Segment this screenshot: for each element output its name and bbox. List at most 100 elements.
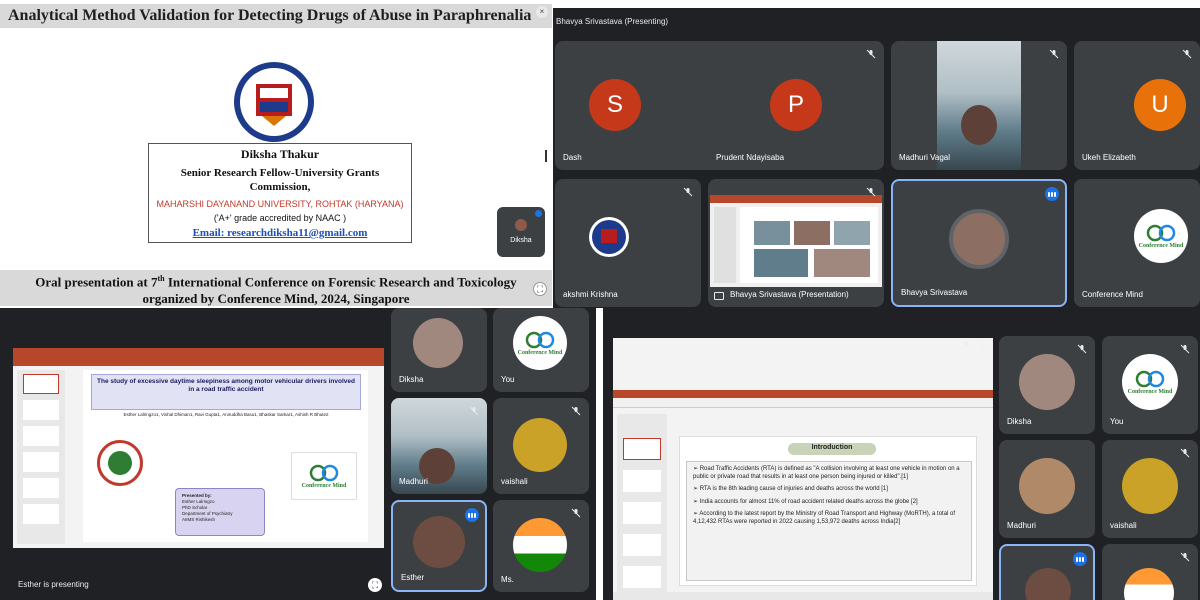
pip-name: Diksha [510, 237, 532, 244]
participant-tile-lakshmi[interactable]: akshmi Krishna [555, 179, 701, 307]
participant-tile-bhavya[interactable]: Bhavya Srivastava [891, 179, 1067, 307]
thumbnail-slide [740, 207, 878, 283]
participant-tile-vaishali[interactable]: vaishali [493, 398, 589, 494]
footer-line-1-post: International Conference on Forensic Res… [164, 274, 517, 290]
more-options-icon[interactable]: ⋮ [979, 340, 989, 350]
thumb-5[interactable] [623, 566, 661, 588]
university-seal-logo [232, 60, 316, 144]
presented-by-box: Presented by: Esther Lalringzo PhD Schol… [175, 488, 265, 536]
participant-name: Bhavya Srivastava (Presentation) [730, 290, 849, 299]
india-flag-avatar [1124, 568, 1174, 600]
mic-off-icon [467, 404, 481, 418]
participant-tile-madhuri-vagal[interactable]: Madhuri Vagal [891, 41, 1067, 170]
footer-line-2: organized by Conference Mind, 2024, Sing… [142, 291, 410, 306]
slide-title: Analytical Method Validation for Detecti… [8, 7, 532, 24]
participant-tile-ms[interactable] [1102, 544, 1198, 600]
slide-scrollbar[interactable] [545, 150, 547, 162]
participant-tile-ms[interactable]: Ms. [493, 500, 589, 592]
fullscreen-icon[interactable]: ⛶ [368, 578, 382, 592]
footer-line-1-pre: Oral presentation at 7 [35, 274, 158, 290]
thumb-2[interactable] [623, 470, 661, 492]
conference-mind-logo: Conference Mind [513, 316, 567, 370]
participant-face [1019, 354, 1075, 410]
mic-off-icon [1180, 47, 1194, 61]
participant-name: Madhuri Vagal [899, 153, 950, 162]
thumb-4[interactable] [23, 452, 59, 472]
speaking-indicator-icon [1045, 187, 1059, 201]
speaking-indicator-icon [1073, 552, 1087, 566]
presenter-role-2: Commission, [249, 181, 311, 193]
thumb-img-4 [754, 249, 808, 277]
presenter-accreditation: ('A+' grade accredited by NAAC ) [213, 213, 347, 223]
thumb-4[interactable] [623, 534, 661, 556]
participant-tile-madhuri[interactable]: Madhuri [999, 440, 1095, 538]
bullet-3-text: According to the latest report by the Mi… [693, 511, 956, 525]
presentation-area: The study of excessive daytime sleepines… [13, 348, 384, 548]
participant-name: Madhuri [1007, 521, 1036, 530]
participant-face [961, 105, 997, 145]
title-bar-close-icon[interactable]: × [536, 6, 548, 18]
ppt-title-bar [613, 390, 993, 398]
presented-by-4: AIIMS Rishikesh [182, 517, 216, 522]
participant-tile-madhuri[interactable]: Madhuri [391, 398, 487, 494]
thumb-5[interactable] [23, 478, 59, 498]
thumb-6[interactable] [23, 504, 59, 524]
ppt-slide: Introduction ➢ Road Traffic Accidents (R… [679, 436, 977, 586]
participant-tile-you[interactable]: Conference Mind You [1102, 336, 1198, 434]
participant-name: akshmi Krishna [563, 290, 618, 299]
bullet-1: ➢ RTA is the 8th leading cause of injuri… [693, 486, 888, 492]
conference-mind-logo-text: Conference Mind [1138, 242, 1184, 249]
meet-left-panel: The study of excessive daytime sleepines… [0, 308, 596, 600]
bullet-2: ➢ India accounts for almost 11% of road … [693, 498, 918, 505]
participant-name: vaishali [1110, 521, 1137, 530]
intro-text-box: ➢ Road Traffic Accidents (RTA) is define… [686, 461, 972, 581]
participant-tile-vaishali[interactable]: vaishali [1102, 440, 1198, 538]
thumb-1[interactable] [623, 438, 661, 460]
participant-name: Ukeh Elizabeth [1082, 153, 1136, 162]
pip-avatar [515, 219, 527, 231]
participant-tile-prudent[interactable]: P Prudent Ndayisaba [708, 41, 884, 170]
thumb-3[interactable] [623, 502, 661, 524]
presenter-email[interactable]: Email: researchdiksha11@gmail.com [148, 227, 412, 239]
participant-tile-conference-mind[interactable]: Conference Mind Conference Mind [1074, 179, 1200, 307]
participant-name: You [1110, 417, 1124, 426]
thumb-2[interactable] [23, 400, 59, 420]
participant-name: Ms. [501, 575, 514, 584]
mic-off-icon [1178, 342, 1192, 356]
thumb-3[interactable] [23, 426, 59, 446]
participant-tile-diksha[interactable]: Diksha [999, 336, 1095, 434]
participant-face [1019, 458, 1075, 514]
presenter-slide-panel: Analytical Method Validation for Detecti… [0, 0, 552, 306]
participant-tile-esther[interactable]: Esther [391, 500, 487, 592]
presenter-university: MAHARSHI DAYANAND UNIVERSITY, ROHTAK (HA… [156, 199, 404, 209]
mic-off-icon [864, 185, 878, 199]
thumb-img-5 [814, 249, 870, 277]
aiims-logo-inner [108, 451, 132, 475]
bullet-0: ➢ Road Traffic Accidents (RTA) is define… [693, 466, 960, 480]
conference-mind-logo-text: Conference Mind [1127, 388, 1173, 395]
thumb-img-1 [754, 221, 790, 245]
participant-face [413, 318, 463, 368]
participant-name: Conference Mind [1082, 290, 1143, 299]
bullet-3: ➢ According to the latest report by the … [693, 511, 956, 525]
fullscreen-icon[interactable]: ⛶ [533, 282, 547, 296]
mic-off-icon [569, 506, 583, 520]
participant-tile-presentation[interactable]: Bhavya Srivastava (Presentation) [708, 179, 884, 307]
participant-tile-dash[interactable]: S Dash [555, 41, 726, 170]
bullet-1-text: RTA is the 8th leading cause of injuries… [699, 486, 888, 492]
thumb-1[interactable] [23, 374, 59, 394]
thumb-panel [714, 207, 736, 283]
participant-name: Madhuri [399, 477, 428, 486]
participant-name: Bhavya Srivastava [901, 288, 968, 297]
participant-tile-ukeh[interactable]: U Ukeh Elizabeth [1074, 41, 1200, 170]
thumb-img-3 [834, 221, 870, 245]
presentation-thumbnail [710, 195, 882, 287]
meet-right-panel: Introduction ➢ Road Traffic Accidents (R… [603, 308, 1200, 600]
participant-tile-esther[interactable] [999, 544, 1095, 600]
pin-icon[interactable]: ✎ [963, 340, 973, 350]
participant-tile-diksha[interactable]: Diksha [391, 308, 487, 392]
participant-name: Esther [401, 573, 425, 582]
pip-self-view[interactable]: Diksha [497, 207, 545, 257]
participant-tile-you[interactable]: Conference Mind You [493, 308, 589, 392]
mic-off-icon [1047, 47, 1061, 61]
